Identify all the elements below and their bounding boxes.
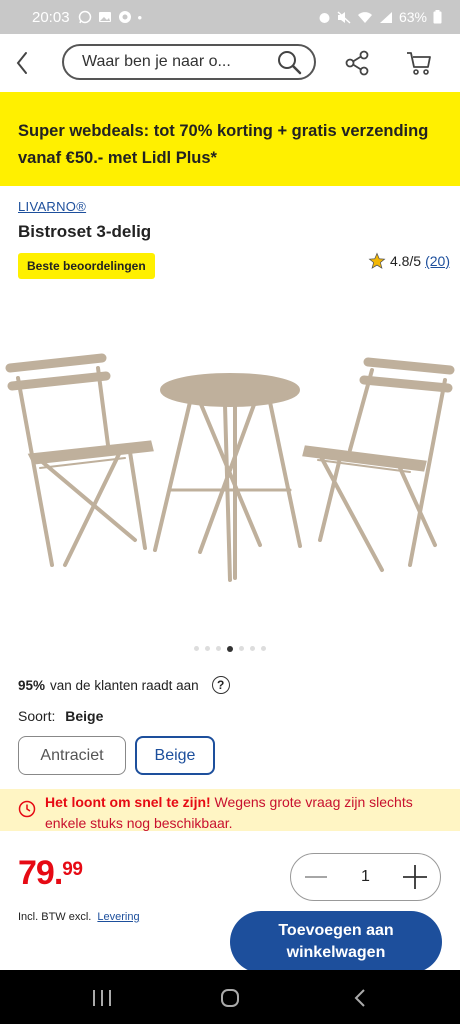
minus-icon [305, 876, 327, 878]
stock-notice: Het loont om snel te zijn! Wegens grote … [0, 789, 460, 831]
product-image[interactable] [0, 340, 460, 590]
android-nav-bar [0, 970, 460, 1024]
stock-notice-text: Het loont om snel te zijn! Wegens grote … [45, 792, 450, 834]
quantity-value[interactable]: 1 [361, 868, 370, 886]
product-rating: 4.8/5 (20) [368, 252, 450, 270]
battery-level: 63% [398, 9, 427, 25]
stock-notice-strong: Het loont om snel te zijn! [45, 794, 211, 810]
variant-option-antraciet[interactable]: Antraciet [18, 736, 126, 775]
browser-icon [118, 11, 131, 23]
product-title: Bistroset 3-delig [18, 222, 152, 241]
star-icon [368, 252, 386, 269]
price-main: 79. [18, 854, 63, 892]
mute-icon [337, 10, 351, 24]
review-count-link[interactable]: (20) [425, 253, 450, 269]
variant-option-beige[interactable]: Beige [135, 736, 215, 775]
home-icon[interactable] [220, 988, 240, 1008]
carousel-dot[interactable] [227, 646, 233, 652]
recommend-text: van de klanten raadt aan [50, 677, 199, 693]
cart-icon [407, 52, 431, 75]
quantity-decrease-button[interactable] [301, 862, 331, 892]
cart-button[interactable] [404, 48, 434, 78]
notification-icons: • [78, 9, 143, 25]
nav-back-icon[interactable] [352, 988, 368, 1008]
brand-link[interactable]: LIVARNO® [18, 199, 86, 214]
recent-apps-icon[interactable] [90, 989, 114, 1007]
share-button[interactable] [342, 48, 372, 78]
add-to-cart-button[interactable]: Toevoegen aan winkelwagen [230, 911, 442, 973]
recommend-stat: 95% van de klanten raadt aan ? [18, 676, 230, 694]
carousel-dot[interactable] [239, 646, 244, 651]
carousel-dot[interactable] [205, 646, 210, 651]
price-cents: 99 [62, 859, 83, 880]
recommend-percent: 95% [18, 677, 46, 693]
vat-text: Incl. BTW excl. [18, 911, 92, 923]
status-time: 20:03 [32, 8, 70, 26]
image-carousel-dots[interactable] [0, 646, 460, 652]
search-input[interactable]: Waar ben je naar o... [62, 44, 316, 80]
delivery-link[interactable]: Levering [97, 911, 139, 923]
carousel-dot[interactable] [216, 646, 221, 651]
carousel-dot[interactable] [194, 646, 199, 651]
search-placeholder: Waar ben je naar o... [82, 53, 231, 70]
variant-selected: Beige [65, 708, 104, 724]
vat-info: Incl. BTW excl. Levering [18, 911, 140, 923]
image-icon [98, 12, 111, 22]
help-icon[interactable]: ? [211, 676, 230, 694]
wifi-icon [357, 11, 372, 23]
battery-icon [433, 10, 442, 24]
best-rated-badge: Beste beoordelingen [18, 253, 155, 279]
carousel-dot[interactable] [250, 646, 255, 651]
search-icon [278, 51, 302, 75]
quantity-stepper: 1 [290, 853, 441, 901]
promo-text: Super webdeals: tot 70% korting + gratis… [18, 122, 429, 167]
variant-label: Soort: Beige [18, 708, 103, 724]
alarm-icon [319, 12, 330, 23]
promo-banner[interactable]: Super webdeals: tot 70% korting + gratis… [0, 92, 460, 186]
system-status: 63% [318, 9, 442, 25]
quantity-increase-button[interactable] [400, 862, 430, 892]
chevron-left-icon [16, 52, 27, 74]
back-button[interactable] [10, 48, 38, 78]
carousel-dot[interactable] [261, 646, 266, 651]
whatsapp-icon [78, 10, 91, 24]
status-bar: 20:03 • 63% [0, 0, 460, 34]
signal-icon [379, 11, 392, 23]
clock-icon [18, 800, 36, 818]
price: 79. 99 [18, 854, 83, 893]
rating-value: 4.8/5 [389, 253, 422, 269]
share-icon [345, 50, 369, 76]
top-bar: Waar ben je naar o... [0, 34, 460, 92]
variant-label-text: Soort: [18, 708, 56, 724]
plus-icon [403, 865, 427, 889]
more-dot-icon: • [137, 9, 143, 25]
